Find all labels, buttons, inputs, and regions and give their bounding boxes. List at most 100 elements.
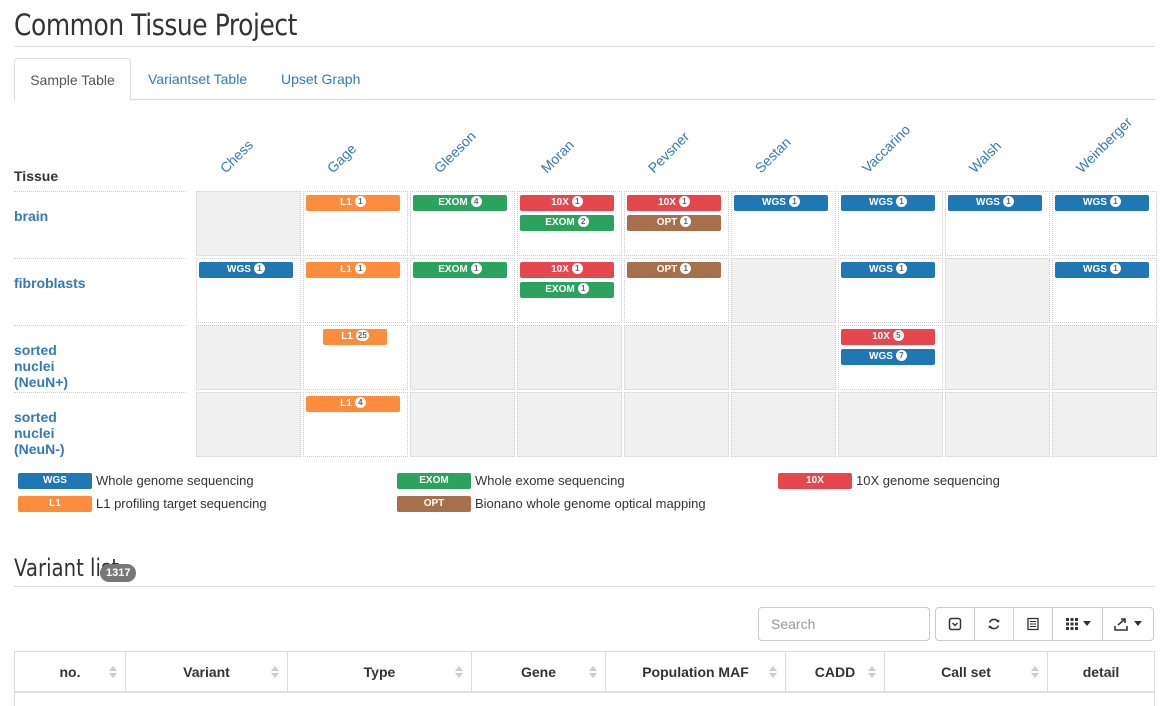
10x-sample-badge[interactable]: 10X 1	[520, 195, 614, 211]
l1-sample-badge[interactable]: L1 1	[306, 262, 400, 278]
lab-header-sestan[interactable]: Sestan	[752, 134, 794, 176]
wgs-sample-badge[interactable]: WGS 1	[841, 262, 935, 278]
sort-icon	[1031, 666, 1039, 678]
column-header-label: Type	[363, 664, 396, 680]
legend-label: Whole genome sequencing	[96, 473, 254, 488]
l1-sample-badge[interactable]: L1 4	[306, 396, 400, 412]
exom-sample-badge[interactable]: EXOM 4	[413, 195, 507, 211]
opt-sample-badge[interactable]: OPT 1	[627, 215, 721, 231]
lab-header-weinberger[interactable]: Weinberger	[1073, 114, 1135, 176]
sample-count: 1	[354, 196, 366, 207]
sort-icon	[109, 666, 117, 678]
sample-cell: L1 1	[303, 258, 408, 323]
sample-count: 1	[253, 263, 265, 274]
sample-cell	[1052, 325, 1157, 390]
tab-variantset-table[interactable]: Variantset Table	[148, 58, 247, 100]
sample-type-label: WGS	[869, 264, 893, 275]
sample-count: 1	[577, 283, 589, 294]
sample-cell: WGS 1	[838, 191, 943, 256]
column-header-no[interactable]: no.	[15, 652, 126, 692]
legend-label: Bionano whole genome optical mapping	[475, 496, 706, 511]
tab-bar: Sample Table Variantset Table Upset Grap…	[14, 58, 1155, 101]
sample-count: 1	[1109, 263, 1121, 274]
wgs-sample-badge[interactable]: WGS 1	[1055, 195, 1149, 211]
row-separator	[14, 392, 186, 393]
sample-type-label: WGS	[869, 351, 893, 362]
sample-cell: WGS 1	[838, 258, 943, 323]
wgs-sample-badge[interactable]: WGS 7	[841, 349, 935, 365]
tissue-row-label[interactable]: sorted nuclei (NeuN-)	[14, 409, 65, 457]
lab-header-gleeson[interactable]: Gleeson	[431, 128, 479, 176]
l1-sample-badge[interactable]: L1 1	[306, 195, 400, 211]
column-header-gene[interactable]: Gene	[472, 652, 606, 692]
columns-dropdown-button[interactable]	[1053, 608, 1103, 640]
toggle-view-button[interactable]	[936, 608, 975, 640]
exom-sample-badge[interactable]: EXOM 1	[520, 282, 614, 298]
wgs-sample-badge[interactable]: WGS 1	[948, 195, 1042, 211]
sample-type-label: 10X	[551, 264, 569, 275]
sample-type-label: OPT	[656, 264, 678, 275]
sample-count: 5	[892, 330, 904, 341]
10x-sample-badge[interactable]: 10X 1	[627, 195, 721, 211]
column-header-population-maf[interactable]: Population MAF	[606, 652, 786, 692]
lab-header-vaccarino[interactable]: Vaccarino	[859, 121, 914, 176]
tab-upset-graph[interactable]: Upset Graph	[281, 58, 360, 100]
opt-sample-badge[interactable]: OPT 1	[627, 262, 721, 278]
tissue-row-label[interactable]: brain	[14, 208, 48, 224]
sort-icon	[271, 666, 279, 678]
sort-icon	[769, 666, 777, 678]
caret-down-icon	[1134, 621, 1142, 626]
refresh-button[interactable]	[975, 608, 1014, 640]
sample-type-label: L1	[341, 331, 353, 342]
10x-sample-badge[interactable]: 10X 1	[520, 262, 614, 278]
sample-cell: L1 4	[303, 392, 408, 457]
export-icon	[1114, 618, 1128, 631]
sample-count: 2	[577, 216, 589, 227]
wgs-sample-badge[interactable]: WGS 1	[1055, 262, 1149, 278]
column-header-variant[interactable]: Variant	[126, 652, 288, 692]
lab-header-pevsner[interactable]: Pevsner	[645, 128, 693, 176]
wgs-sample-badge[interactable]: WGS 1	[734, 195, 828, 211]
sample-count: 1	[1002, 196, 1014, 207]
wgs-sample-badge[interactable]: WGS 1	[199, 262, 293, 278]
column-header-label: Call set	[941, 664, 991, 680]
lab-header-gage[interactable]: Gage	[324, 140, 360, 176]
exom-sample-badge[interactable]: EXOM 1	[413, 262, 507, 278]
l1-sample-badge[interactable]: L1 25	[323, 329, 387, 345]
tab-sample-table[interactable]: Sample Table	[14, 58, 131, 101]
sample-type-label: L1	[340, 197, 352, 208]
tissue-row-label[interactable]: fibroblasts	[14, 275, 86, 291]
sample-count: 1	[571, 196, 583, 207]
lab-header-walsh[interactable]: Walsh	[966, 138, 1004, 176]
sample-cell	[196, 325, 301, 390]
search-input[interactable]	[758, 607, 930, 641]
legend-swatch: EXOM	[397, 473, 471, 489]
sample-count: 1	[354, 263, 366, 274]
exom-sample-badge[interactable]: EXOM 2	[520, 215, 614, 231]
lab-header-chess[interactable]: Chess	[217, 137, 256, 176]
column-header-type[interactable]: Type	[288, 652, 472, 692]
list-view-button[interactable]	[1014, 608, 1053, 640]
sample-type-label: WGS	[1083, 264, 1107, 275]
column-header-detail[interactable]: detail	[1048, 652, 1154, 692]
sample-cell: L1 25	[303, 325, 408, 390]
toggle-icon	[948, 617, 962, 631]
export-dropdown-button[interactable]	[1103, 608, 1153, 640]
sample-cell	[410, 325, 515, 390]
sample-cell	[838, 392, 943, 457]
legend-swatch: 10X	[778, 473, 852, 489]
legend-swatch: WGS	[18, 473, 92, 489]
column-header-label: CADD	[814, 664, 856, 680]
table-row	[14, 693, 1155, 706]
lab-header-moran[interactable]: Moran	[538, 137, 577, 176]
sample-count: 1	[571, 263, 583, 274]
legend-label: L1 profiling target sequencing	[96, 496, 267, 511]
column-header-call-set[interactable]: Call set	[885, 652, 1048, 692]
sample-cell	[731, 258, 836, 323]
wgs-sample-badge[interactable]: WGS 1	[841, 195, 935, 211]
page-title: Common Tissue Project	[14, 8, 298, 42]
column-header-cadd[interactable]: CADD	[786, 652, 885, 692]
tissue-row-label[interactable]: sorted nuclei (NeuN+)	[14, 342, 68, 390]
sample-type-label: 10X	[658, 197, 676, 208]
10x-sample-badge[interactable]: 10X 5	[841, 329, 935, 345]
